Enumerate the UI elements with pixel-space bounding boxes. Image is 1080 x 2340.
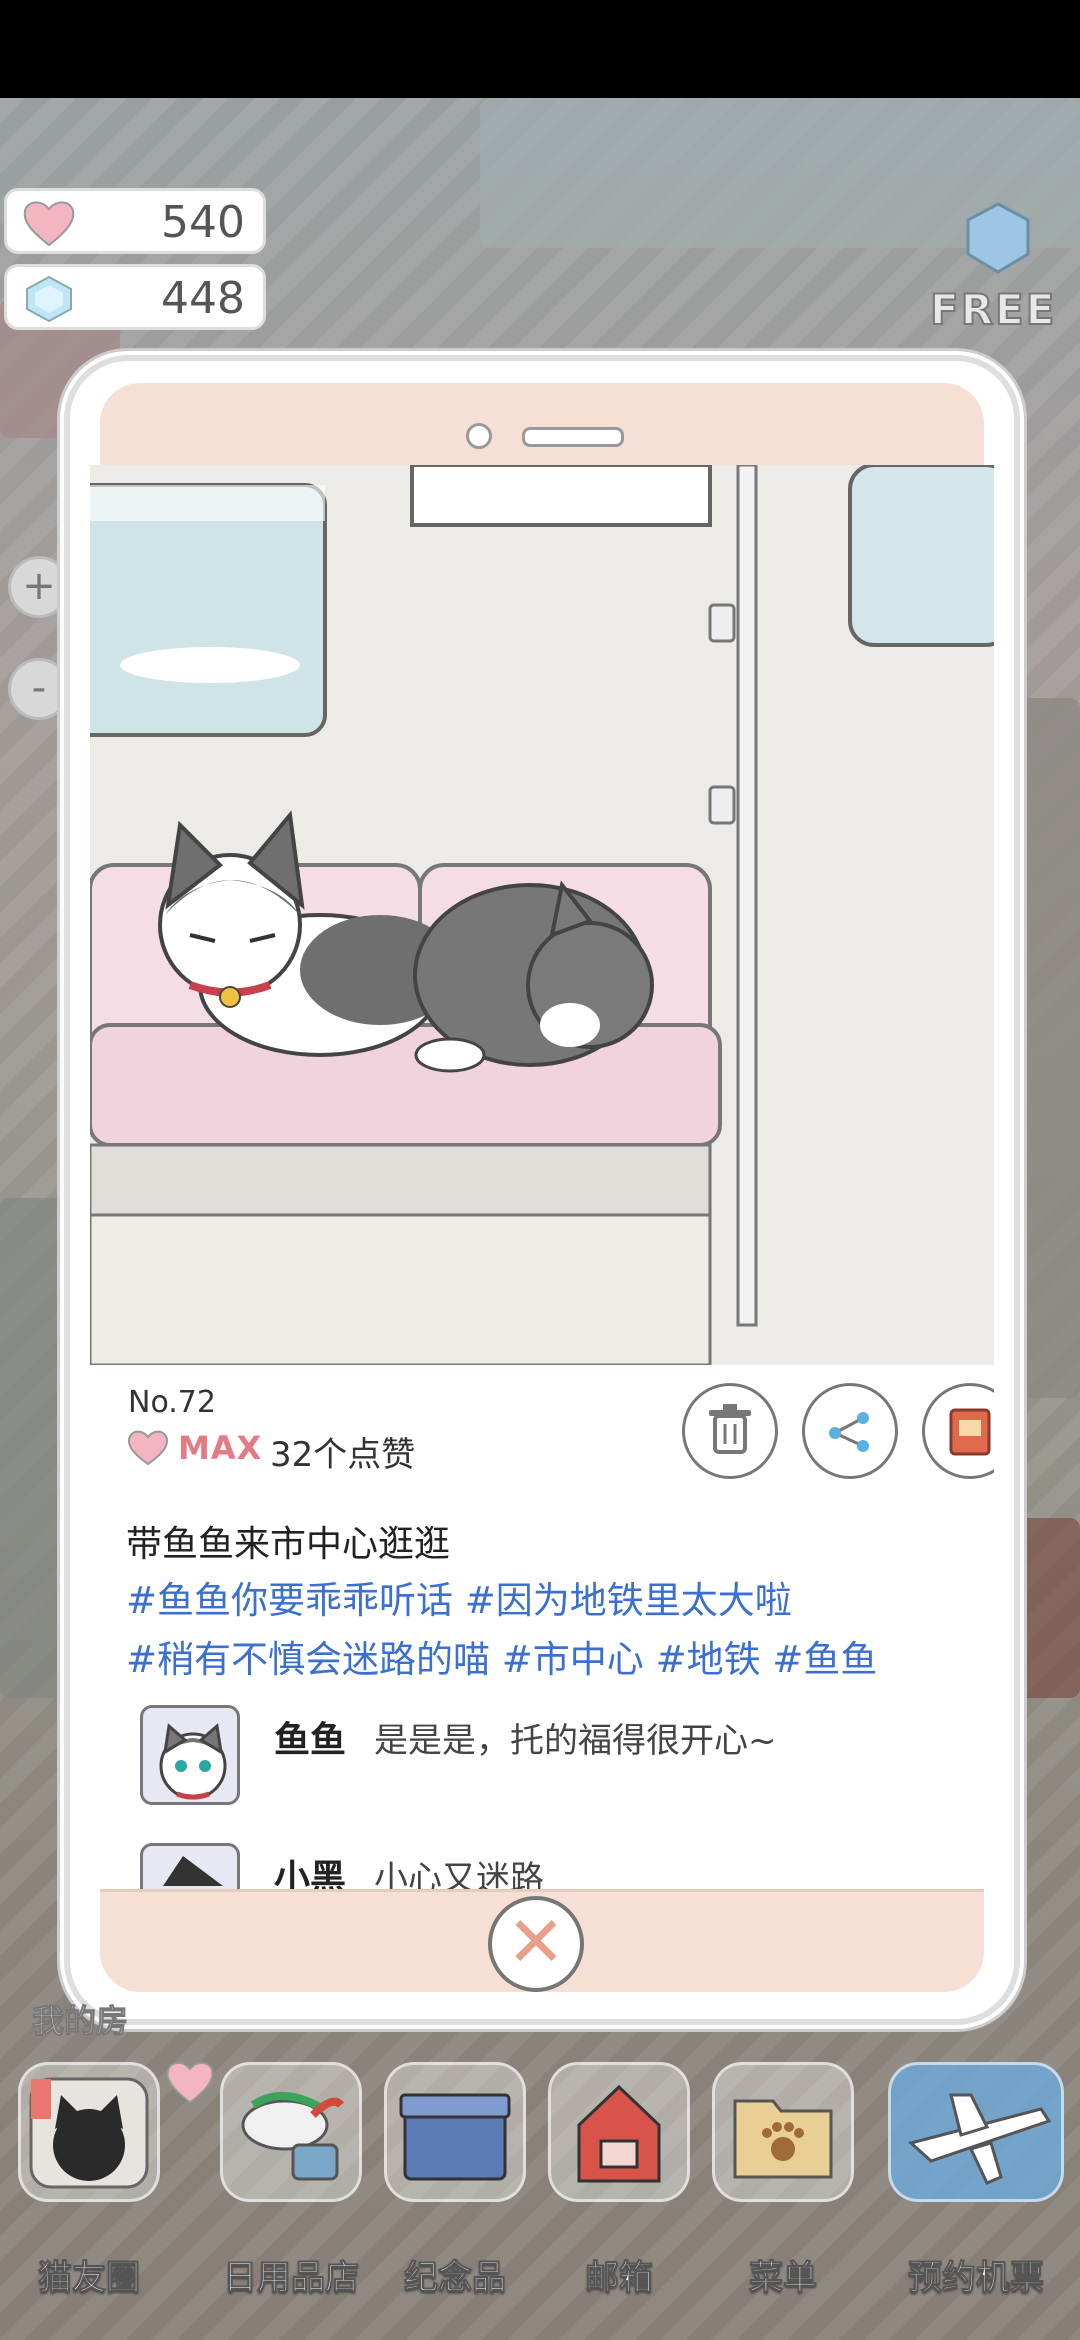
dock-label: 猫友圈 bbox=[38, 2258, 141, 2299]
avatar bbox=[140, 1705, 240, 1805]
hearts-value: 540 bbox=[161, 197, 245, 248]
hashtag[interactable]: #因为地铁里太大啦 bbox=[465, 1579, 792, 1622]
dock-label: 纪念品 bbox=[404, 2258, 507, 2299]
comment-item: 鱼鱼 是是是，托的福得很开心~ bbox=[140, 1705, 960, 1811]
post-number: No.72 bbox=[128, 1385, 216, 1420]
close-button[interactable]: ✕ bbox=[488, 1896, 584, 1992]
folder-paw-icon bbox=[733, 2099, 833, 2179]
comment-item: 小黑 小心又迷路 bbox=[140, 1843, 960, 1895]
fish-shop-icon bbox=[241, 2091, 345, 2181]
post-photo bbox=[90, 465, 994, 1365]
black-cat-avatar-icon bbox=[163, 1856, 223, 1886]
dock-souvenirs[interactable] bbox=[384, 2062, 526, 2202]
dock-mailbox[interactable] bbox=[548, 2062, 690, 2202]
camera-icon bbox=[466, 423, 492, 449]
album-button[interactable] bbox=[922, 1383, 994, 1479]
dock-label: 预约机票 bbox=[908, 2258, 1045, 2299]
dock-book-flight[interactable] bbox=[888, 2062, 1064, 2202]
gems-value: 448 bbox=[161, 273, 245, 324]
dock-label: 日用品店 bbox=[223, 2258, 360, 2299]
post-caption: 带鱼鱼来市中心逛逛 bbox=[126, 1524, 451, 1565]
dock-menu[interactable] bbox=[712, 2062, 854, 2202]
cat-post-phone-modal: No.72 MAX 32个点赞 带鱼鱼来市中心逛逛 #鱼鱼你要乖乖听话 #因为地… bbox=[64, 355, 1020, 2025]
dock-daily-shop[interactable] bbox=[220, 2062, 362, 2202]
phone-top-bezel bbox=[100, 383, 984, 474]
likes-count: 32个点赞 bbox=[270, 1435, 416, 1475]
photo-album-icon bbox=[949, 1408, 991, 1456]
share-icon bbox=[829, 1412, 869, 1452]
airplane-icon bbox=[907, 2093, 1052, 2185]
zoom-in-button[interactable]: + bbox=[8, 556, 70, 618]
diamond-icon bbox=[26, 275, 72, 323]
hashtag[interactable]: #市中心 bbox=[502, 1638, 644, 1681]
avatar bbox=[140, 1843, 240, 1895]
like-heart-icon[interactable] bbox=[126, 1427, 170, 1467]
speaker-icon bbox=[522, 427, 624, 447]
free-label[interactable]: FREE bbox=[929, 284, 1056, 335]
share-button[interactable] bbox=[802, 1383, 898, 1479]
hashtag[interactable]: #地铁 bbox=[656, 1638, 761, 1681]
souvenir-box-icon bbox=[399, 2093, 511, 2181]
cat-avatar-icon bbox=[159, 1723, 227, 1800]
dock-label: 邮箱 bbox=[585, 2258, 654, 2299]
comment-text: 是是是，托的福得很开心~ bbox=[374, 1721, 777, 1761]
black-cat-camera-icon bbox=[29, 2077, 149, 2189]
hearts-counter[interactable]: 540 bbox=[4, 188, 266, 254]
phone-bottom-bezel: ✕ bbox=[100, 1889, 984, 1992]
delete-button[interactable] bbox=[682, 1383, 778, 1479]
hashtag[interactable]: #稍有不慎会迷路的喵 bbox=[126, 1638, 490, 1681]
max-label: MAX bbox=[178, 1429, 263, 1467]
free-gem-icon[interactable] bbox=[960, 200, 1036, 276]
heart-icon bbox=[23, 201, 75, 247]
subway-cats-illustration bbox=[90, 465, 994, 1365]
trash-icon bbox=[709, 1404, 751, 1454]
mailbox-icon bbox=[577, 2084, 661, 2183]
post-details: No.72 MAX 32个点赞 带鱼鱼来市中心逛逛 #鱼鱼你要乖乖听话 #因为地… bbox=[90, 1365, 994, 1895]
dock-cat-friends[interactable] bbox=[18, 2062, 160, 2202]
status-bar bbox=[0, 0, 1080, 98]
notification-heart-icon bbox=[166, 2062, 214, 2104]
dock-label: 菜单 bbox=[749, 2258, 818, 2299]
comment-author: 鱼鱼 bbox=[274, 1720, 347, 1761]
hashtag[interactable]: #鱼鱼你要乖乖听话 bbox=[126, 1579, 453, 1622]
close-icon: ✕ bbox=[506, 1901, 566, 1983]
zoom-out-button[interactable]: - bbox=[8, 658, 70, 720]
my-room-label[interactable]: 我的房 bbox=[31, 1996, 128, 2042]
gems-counter[interactable]: 448 bbox=[4, 264, 266, 330]
hashtag[interactable]: #鱼鱼 bbox=[772, 1638, 877, 1681]
post-tags: #鱼鱼你要乖乖听话 #因为地铁里太大啦 #稍有不慎会迷路的喵 #市中心 #地铁 … bbox=[126, 1571, 966, 1689]
